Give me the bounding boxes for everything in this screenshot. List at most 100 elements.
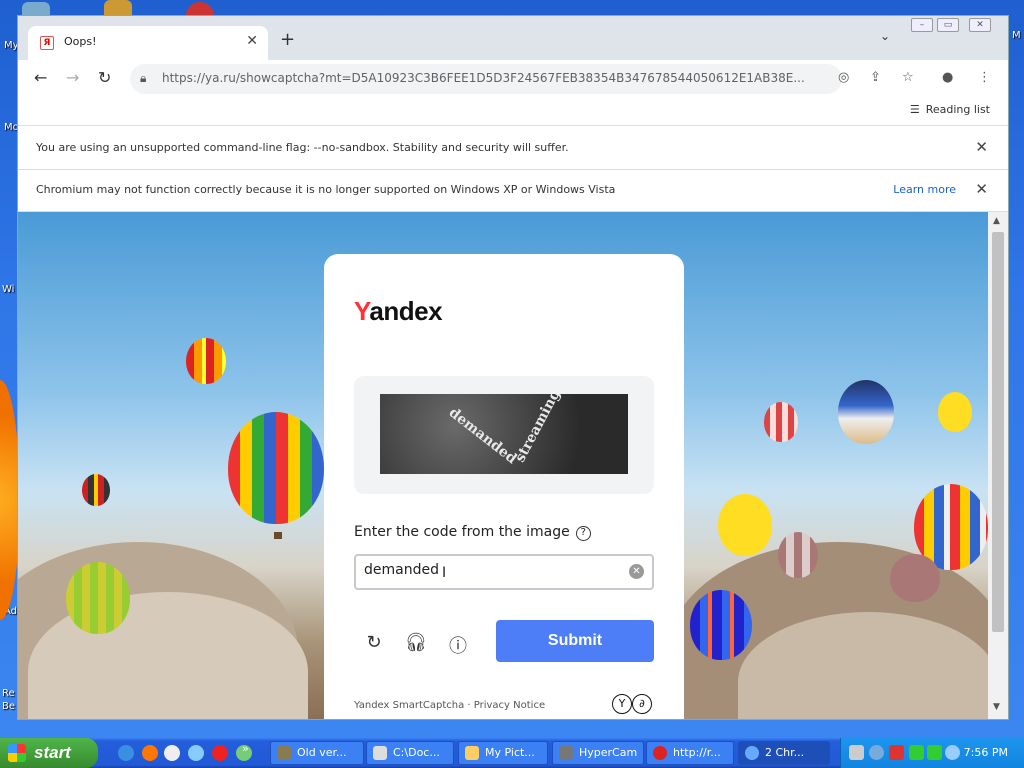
clear-input-icon[interactable]: ✕ bbox=[629, 564, 644, 579]
infobar-unsupported-os: Chromium may not function correctly beca… bbox=[18, 170, 1008, 212]
balloon-image bbox=[778, 532, 818, 578]
share-icon[interactable]: ⇪ bbox=[870, 70, 881, 85]
close-infobar-icon[interactable]: ✕ bbox=[975, 138, 988, 156]
balloon-image bbox=[66, 562, 130, 634]
balloon-image bbox=[690, 590, 752, 660]
play-tray-icon[interactable] bbox=[927, 745, 942, 760]
reload-icon[interactable]: ↻ bbox=[98, 68, 111, 87]
start-button[interactable]: start bbox=[0, 738, 98, 768]
balloon-image bbox=[186, 338, 226, 384]
infobar-message: Chromium may not function correctly beca… bbox=[36, 183, 616, 196]
taskbar: start » Old ver... C:\Doc... My Pict... … bbox=[0, 738, 1024, 768]
desktop-icon-label: Be bbox=[2, 701, 16, 712]
tab-oops[interactable]: Я Oops! ✕ bbox=[28, 26, 268, 60]
close-tab-icon[interactable]: ✕ bbox=[246, 33, 258, 49]
itunes-quicklaunch-icon[interactable] bbox=[188, 745, 204, 761]
antivirus-tray-icon[interactable] bbox=[889, 745, 904, 760]
vertical-scrollbar[interactable]: ▲ ▼ bbox=[988, 212, 1008, 719]
tab-strip: Я Oops! ✕ + ⌄ – ▭ ✕ bbox=[18, 16, 1008, 60]
privacy-notice-link[interactable]: Privacy Notice bbox=[474, 700, 545, 711]
new-tab-icon[interactable]: + bbox=[280, 29, 295, 50]
desktop-icon-label: Mo bbox=[4, 122, 19, 133]
close-window-button[interactable]: ✕ bbox=[969, 18, 991, 32]
app-tray-icon[interactable] bbox=[909, 745, 924, 760]
captcha-prompt: Enter the code from the image? bbox=[354, 524, 591, 541]
desktop-icon-label: Wi bbox=[2, 284, 15, 295]
footer-separator: · bbox=[464, 700, 474, 711]
keyboard-tray-icon[interactable] bbox=[849, 745, 864, 760]
forward-icon[interactable]: → bbox=[66, 68, 79, 87]
captcha-footer: Yandex SmartCaptcha · Privacy Notice bbox=[354, 700, 545, 711]
back-icon[interactable]: ← bbox=[34, 68, 47, 87]
scroll-down-icon[interactable]: ▼ bbox=[993, 702, 1000, 712]
wallpaper-decoration bbox=[0, 380, 20, 620]
address-bar[interactable]: 🔒︎ https://ya.ru/showcaptcha?mt=D5A10923… bbox=[130, 64, 842, 94]
url-text[interactable]: https://ya.ru/showcaptcha?mt=D5A10923C3B… bbox=[162, 71, 822, 85]
profile-avatar-icon[interactable]: ● bbox=[942, 70, 953, 85]
windows-flag-icon bbox=[8, 744, 26, 762]
yandex-circle-icon: Y bbox=[612, 694, 632, 714]
opera-quicklaunch-icon[interactable] bbox=[212, 745, 228, 761]
ie-quicklaunch-icon[interactable] bbox=[118, 745, 134, 761]
hypercam-icon bbox=[559, 746, 573, 760]
bookmark-star-icon[interactable]: ☆ bbox=[902, 70, 914, 85]
balloon-basket bbox=[274, 532, 282, 539]
scroll-up-icon[interactable]: ▲ bbox=[993, 216, 1000, 226]
refresh-captcha-icon[interactable]: ↻ bbox=[362, 632, 386, 656]
smartcaptcha-brand-link[interactable]: Yandex SmartCaptcha bbox=[354, 700, 464, 711]
taskbar-button[interactable]: Old ver... bbox=[270, 741, 364, 765]
taskbar-button[interactable]: My Pict... bbox=[458, 741, 548, 765]
media-player-quicklaunch-icon[interactable] bbox=[164, 745, 180, 761]
close-infobar-icon[interactable]: ✕ bbox=[975, 180, 988, 198]
help-question-icon[interactable]: ? bbox=[575, 526, 591, 541]
folder-icon bbox=[373, 746, 387, 760]
balloon-image bbox=[764, 402, 798, 442]
taskbar-button[interactable]: 2 Chr... bbox=[738, 741, 830, 765]
scrollbar-thumb[interactable] bbox=[992, 232, 1004, 632]
submit-button[interactable]: Submit bbox=[496, 620, 654, 662]
tracking-off-icon[interactable]: ◎ bbox=[838, 70, 849, 85]
captcha-image-word: demanded bbox=[445, 404, 520, 468]
infobar-message: You are using an unsupported command-lin… bbox=[36, 141, 569, 154]
taskbar-button[interactable]: C:\Doc... bbox=[366, 741, 454, 765]
reading-list-icon: ☰ bbox=[909, 103, 920, 116]
toolbar: ← → ↻ 🔒︎ https://ya.ru/showcaptcha?mt=D5… bbox=[18, 60, 1008, 98]
opera-icon bbox=[653, 746, 667, 760]
system-tray: 7:56 PM bbox=[840, 738, 1024, 768]
chromium-icon bbox=[745, 746, 759, 760]
minimize-button[interactable]: – bbox=[911, 18, 933, 32]
yandex-badge: Y ∂ bbox=[612, 694, 652, 714]
captcha-image-word: streaming bbox=[512, 394, 564, 465]
learn-more-link[interactable]: Learn more bbox=[893, 183, 956, 196]
tab-search-chevron-icon[interactable]: ⌄ bbox=[880, 29, 890, 43]
balloon-image bbox=[82, 474, 110, 506]
info-icon[interactable]: ⓘ bbox=[446, 632, 470, 657]
collapse-tray-icon[interactable] bbox=[869, 745, 884, 760]
folder-icon bbox=[465, 746, 479, 760]
infobar-sandbox: You are using an unsupported command-lin… bbox=[18, 128, 1008, 170]
smartcaptcha-circle-icon: ∂ bbox=[632, 694, 652, 714]
taskbar-button[interactable]: http://r... bbox=[646, 741, 734, 765]
audio-captcha-headphones-icon[interactable]: 🎧︎ bbox=[404, 632, 428, 656]
captcha-image-box: demanded streaming bbox=[354, 376, 654, 494]
reading-list-label: Reading list bbox=[925, 103, 990, 116]
quicklaunch-expand-icon[interactable]: » bbox=[242, 742, 258, 758]
balloon-image bbox=[228, 412, 324, 524]
start-label: start bbox=[34, 743, 71, 762]
taskbar-button[interactable]: HyperCam bbox=[552, 741, 644, 765]
reading-list-button[interactable]: ☰ Reading list bbox=[910, 103, 990, 116]
captcha-prompt-text: Enter the code from the image bbox=[354, 524, 570, 540]
captcha-input[interactable] bbox=[364, 562, 614, 578]
yandex-logo: Yandex bbox=[354, 296, 443, 326]
firefox-quicklaunch-icon[interactable] bbox=[142, 745, 158, 761]
captcha-card: Yandex demanded streaming Enter the code… bbox=[324, 254, 684, 719]
network-tray-icon[interactable] bbox=[945, 745, 960, 760]
maximize-button[interactable]: ▭ bbox=[937, 18, 959, 32]
lock-icon[interactable]: 🔒︎ bbox=[140, 71, 146, 86]
captcha-input-field[interactable]: ✕ bbox=[354, 554, 654, 590]
text-cursor-icon: Ⅰ bbox=[442, 565, 447, 581]
window-icon bbox=[277, 746, 291, 760]
clock: 7:56 PM bbox=[963, 746, 1008, 759]
bookmarks-bar: ☰ Reading list bbox=[18, 98, 1008, 126]
menu-kebab-icon[interactable]: ⋮ bbox=[978, 70, 991, 85]
